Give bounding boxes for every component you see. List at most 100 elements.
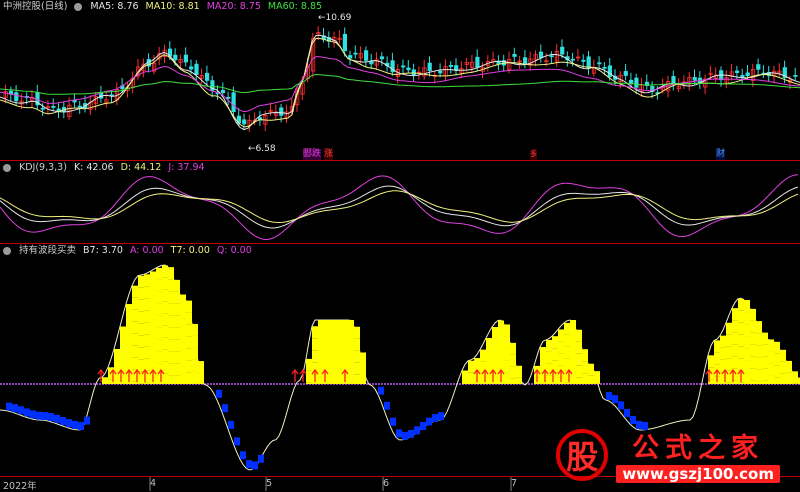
time-axis-jul: 7 [511, 478, 517, 489]
buy-block [162, 301, 168, 313]
buy-block [198, 373, 204, 384]
event-tag-finance[interactable]: 财 [716, 149, 725, 160]
event-tag-rise[interactable]: 涨 [324, 149, 333, 160]
buy-block [588, 364, 594, 376]
buy-block [558, 329, 564, 341]
buy-block [492, 327, 498, 339]
candle-body [205, 73, 208, 80]
buy-block [546, 340, 552, 352]
buy-block [756, 345, 762, 357]
buy-block [732, 356, 738, 368]
buy-block [156, 340, 162, 352]
buy-block [162, 337, 168, 349]
a-label: A: 0.00 [130, 244, 164, 258]
sell-block [6, 403, 12, 411]
sell-block [36, 412, 42, 420]
candle-body [550, 56, 553, 57]
buy-block [552, 336, 558, 348]
sell-block [252, 461, 258, 469]
stock-title[interactable]: 中洲控股(日线) [3, 0, 67, 14]
buy-block [498, 357, 504, 369]
buy-block [750, 369, 756, 381]
buy-block [504, 360, 510, 372]
buy-block [774, 378, 780, 384]
sell-block [420, 422, 426, 430]
buy-block [348, 380, 354, 384]
buy-block [330, 332, 336, 344]
candle-body [629, 80, 632, 83]
buy-block [336, 356, 342, 368]
buy-block [162, 289, 168, 301]
sell-block [228, 421, 234, 429]
kdj-dot-icon[interactable] [3, 164, 11, 172]
buy-block [192, 372, 198, 384]
buy-block [762, 381, 768, 384]
buy-block [168, 363, 174, 375]
buy-block [588, 376, 594, 384]
buy-block [726, 323, 732, 335]
buy-block [324, 344, 330, 356]
buy-block [138, 312, 144, 324]
ma20-label: MA20: 8.75 [207, 0, 261, 14]
buy-block [582, 373, 588, 384]
buy-block [150, 283, 156, 295]
buy-block [510, 367, 516, 379]
buy-block [180, 319, 186, 331]
event-tag-fall[interactable]: 郾跌 [303, 149, 321, 160]
buy-block [744, 360, 750, 372]
buy-block [474, 382, 480, 384]
buy-block [564, 347, 570, 359]
event-tag-many[interactable]: 多 [530, 149, 537, 160]
candle-body [402, 66, 405, 67]
buy-block [168, 279, 174, 291]
buy-block [732, 320, 738, 332]
candle-body [693, 77, 696, 80]
buy-block [336, 320, 342, 332]
kdj-j-label: J: 37.94 [168, 161, 204, 175]
indicator-dot-icon[interactable] [3, 247, 11, 255]
sell-block [612, 395, 618, 403]
candle-body [174, 55, 177, 60]
candle-body [571, 59, 574, 60]
kdj-title[interactable]: KDJ(9,3,3) [19, 161, 67, 175]
buy-block [342, 332, 348, 344]
kdj-k-label: K: 42.06 [74, 161, 114, 175]
candle-body [476, 57, 479, 67]
candle-body [513, 54, 516, 56]
buy-block [546, 352, 552, 364]
sell-block [606, 392, 612, 400]
buy-block [756, 369, 762, 381]
buy-block [132, 346, 138, 358]
sell-block [414, 426, 420, 434]
buy-block [462, 371, 468, 383]
buy-block [168, 375, 174, 384]
ma-dot-icon[interactable] [74, 3, 82, 11]
candle-body [561, 47, 564, 54]
candle-body [221, 90, 224, 92]
buy-block [174, 364, 180, 376]
sell-block [18, 406, 24, 414]
buy-block [756, 381, 762, 384]
candle-body [184, 55, 187, 62]
buy-block [720, 336, 726, 348]
buy-block [768, 363, 774, 375]
buy-block [744, 324, 750, 336]
candle-body [407, 68, 410, 70]
buy-block [714, 352, 720, 364]
buy-block [738, 323, 744, 335]
sell-block [78, 422, 84, 430]
buy-block [174, 316, 180, 328]
watermark-url: www.gszj100.com [616, 465, 780, 483]
buy-block [150, 319, 156, 331]
buy-block [714, 340, 720, 352]
indicator-title[interactable]: 持有波段买卖 [19, 244, 76, 258]
buy-block [180, 307, 186, 319]
candle-body [354, 53, 357, 54]
buy-block [774, 342, 780, 354]
candle-body [41, 108, 44, 109]
candle-body [380, 57, 383, 59]
buy-block [144, 274, 150, 286]
buy-block [762, 345, 768, 357]
buy-block [192, 348, 198, 360]
buy-block [570, 344, 576, 356]
